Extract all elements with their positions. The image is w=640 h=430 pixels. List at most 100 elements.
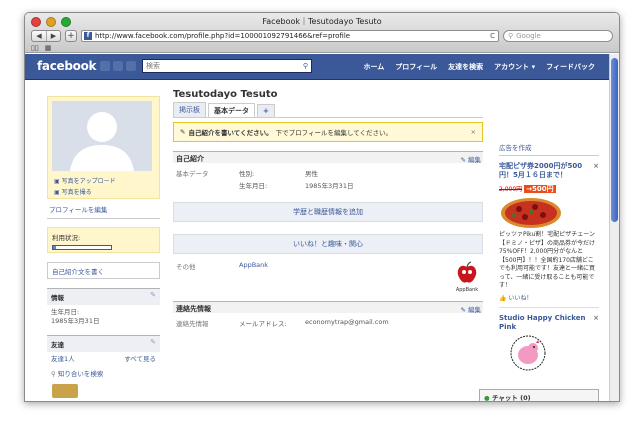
ad1-title[interactable]: 宅配ピザ券2000円が500円！5月１６日まで！ × [499, 162, 599, 180]
contact-section-header: 連絡先情報 ✎ 編集 [173, 301, 483, 314]
birthday-value: 1985年3月31日 [51, 317, 100, 325]
ads-column: 広告を作成 宅配ピザ券2000円が500円！5月１６日まで！ × 2,000円 … [499, 142, 599, 375]
url-text: http://www.facebook.com/profile.php?id=1… [95, 31, 351, 40]
page-content: ▣ 写真をアップロード ▣ 写真を撮る プロフィールを編集 利用状況: 自己紹介… [25, 81, 609, 401]
chicken-pink-logo [510, 335, 546, 370]
find-friends-row: ⚲ 知り合いを検索 [47, 367, 160, 382]
edit-intro-link[interactable]: ✎ 編集 [460, 154, 481, 164]
upload-photo-link[interactable]: 写真をアップロード [62, 178, 116, 185]
pencil-icon[interactable]: ✎ [150, 291, 156, 299]
back-button[interactable]: ◀ [32, 31, 46, 41]
close-icon[interactable]: × [471, 128, 476, 136]
birthday-value: 1985年3月31日 [305, 182, 354, 190]
nav-feedback[interactable]: フィードバック [546, 62, 595, 72]
add-bookmark-button[interactable]: + [65, 29, 77, 42]
scrollbar-thumb[interactable] [611, 58, 618, 222]
pizza-icon [501, 198, 561, 228]
default-avatar[interactable] [52, 101, 152, 171]
nav-find-friends[interactable]: 友達を検索 [448, 62, 483, 72]
profile-photo-box: ▣ 写真をアップロード ▣ 写真を撮る [47, 96, 160, 199]
contact-label: 連絡先情報 [176, 320, 209, 328]
basic-label: 基本データ [176, 170, 209, 178]
edit-contact-link[interactable]: ✎ 編集 [460, 304, 481, 314]
ad1-old-price: 2,000円 [499, 186, 523, 193]
apple-icon [457, 261, 477, 283]
email-value: economytrap@gmail.com [305, 318, 389, 326]
ad1-body: ピッツァPiku割！宅配ピザチェーン【ドミノ・ピザ】の商品券が今だけ75%OFF… [499, 231, 596, 289]
add-education-button[interactable]: 学歴と職歴情報を追加 [173, 202, 483, 222]
nav-account[interactable]: アカウント ▾ [494, 62, 535, 72]
other-row: その他 AppBank AppBank [173, 261, 483, 297]
messages-icon[interactable] [113, 61, 123, 71]
gender-row: 基本データ 性別: 男性 [173, 168, 483, 178]
intro-notice: ✎ 自己紹介を書いてください。 下でプロフィールを編集してください。 × [173, 122, 483, 142]
contact-section-title: 連絡先情報 [176, 305, 211, 313]
take-photo-link[interactable]: 写真を撮る [62, 189, 92, 196]
friend-requests-icon[interactable] [100, 61, 110, 71]
ad1-like-link[interactable]: 👍 いいね！ [499, 293, 599, 302]
facebook-search-placeholder: 検索 [146, 62, 160, 70]
likes-interests-button[interactable]: いいね！と趣味・関心 [173, 234, 483, 254]
facebook-logo[interactable]: facebook [37, 59, 97, 73]
appbank-caption: AppBank [455, 287, 479, 293]
birthday-label: 生年月日: [239, 182, 268, 190]
webcam-icon: ▣ [54, 189, 60, 196]
find-friends-link[interactable]: 知り合いを検索 [58, 370, 104, 378]
pizza-ad-image[interactable]: 2,000円 →500円 [499, 184, 563, 228]
birthday-label: 生年月日: [51, 308, 80, 316]
nav-home[interactable]: ホーム [364, 62, 385, 72]
nav-profile[interactable]: プロフィール [395, 62, 437, 72]
reload-icon[interactable]: C [490, 32, 495, 40]
facebook-search-input[interactable]: 検索 ⚲ [142, 59, 312, 73]
forward-button[interactable]: ▶ [46, 30, 60, 41]
notice-bold-text: 自己紹介を書いてください。 [188, 129, 273, 137]
email-label: メールアドレス: [239, 320, 287, 328]
pencil-icon: ✎ [180, 128, 186, 136]
usage-label: 利用状況: [52, 234, 81, 242]
usage-status-box: 利用状況: [47, 227, 160, 253]
window-title: Facebook｜Tesutodayo Tesuto [262, 17, 382, 26]
close-icon[interactable]: × [593, 162, 599, 171]
google-search-field[interactable]: ⚲ Google [503, 29, 613, 42]
create-ad-link[interactable]: 広告を作成 [499, 142, 599, 156]
search-icon: ⚲ [508, 31, 514, 40]
bookmarks-book-icon[interactable]: ▯▯ [31, 44, 39, 52]
top-sites-grid-icon[interactable]: ▦ [45, 44, 52, 52]
appbank-logo[interactable]: AppBank [453, 261, 481, 293]
tab-add[interactable]: + [257, 104, 275, 117]
edit-profile-link[interactable]: プロフィールを編集 [47, 204, 160, 214]
other-label: その他 [176, 263, 196, 271]
search-icon[interactable]: ⚲ [303, 60, 308, 72]
info-body: 生年月日: 1985年3月31日 [47, 305, 160, 329]
info-header: 情報 ✎ [47, 288, 160, 305]
notice-text: 下でプロフィールを編集してください。 [275, 129, 393, 137]
birthday-row: 生年月日: 1985年3月31日 [173, 180, 483, 190]
browser-window: Facebook｜Tesutodayo Tesuto ◀ ▶ + f http:… [24, 12, 620, 402]
close-icon[interactable]: × [593, 314, 599, 323]
tab-info[interactable]: 基本データ [208, 103, 255, 117]
friends-header: 友達 ✎ [47, 335, 160, 352]
see-all-link[interactable]: すべて見る [124, 355, 156, 364]
friends-count[interactable]: 友達1人 [51, 355, 75, 364]
pencil-icon[interactable]: ✎ [150, 338, 156, 346]
friends-title: 友達 [51, 341, 64, 349]
chat-bar[interactable]: ● チャット (0) [479, 389, 599, 401]
friend-thumbnail[interactable] [52, 384, 78, 398]
ad2-title[interactable]: Studio Happy Chicken Pink × [499, 314, 599, 332]
camera-icon: ▣ [54, 178, 60, 185]
facebook-favicon-icon: f [84, 31, 92, 40]
profile-name: Tesutodayo Tesuto [173, 89, 278, 100]
email-row: 連絡先情報 メールアドレス: economytrap@gmail.com [173, 318, 483, 328]
other-value[interactable]: AppBank [239, 261, 268, 297]
profile-tabs: 掲示板 基本データ + [173, 102, 483, 118]
vertical-scrollbar[interactable] [609, 54, 619, 401]
notifications-icon[interactable] [126, 61, 136, 71]
address-bar[interactable]: f http://www.facebook.com/profile.php?id… [81, 29, 499, 42]
gender-label: 性別: [239, 170, 255, 178]
chat-user-icon: ● [484, 394, 490, 402]
usage-progress-bar [52, 245, 112, 250]
magnifier-icon: ⚲ [51, 370, 56, 378]
tab-wall[interactable]: 掲示板 [173, 102, 206, 117]
gender-value: 男性 [305, 170, 318, 178]
write-intro-link[interactable]: 自己紹介文を書く [52, 268, 104, 276]
